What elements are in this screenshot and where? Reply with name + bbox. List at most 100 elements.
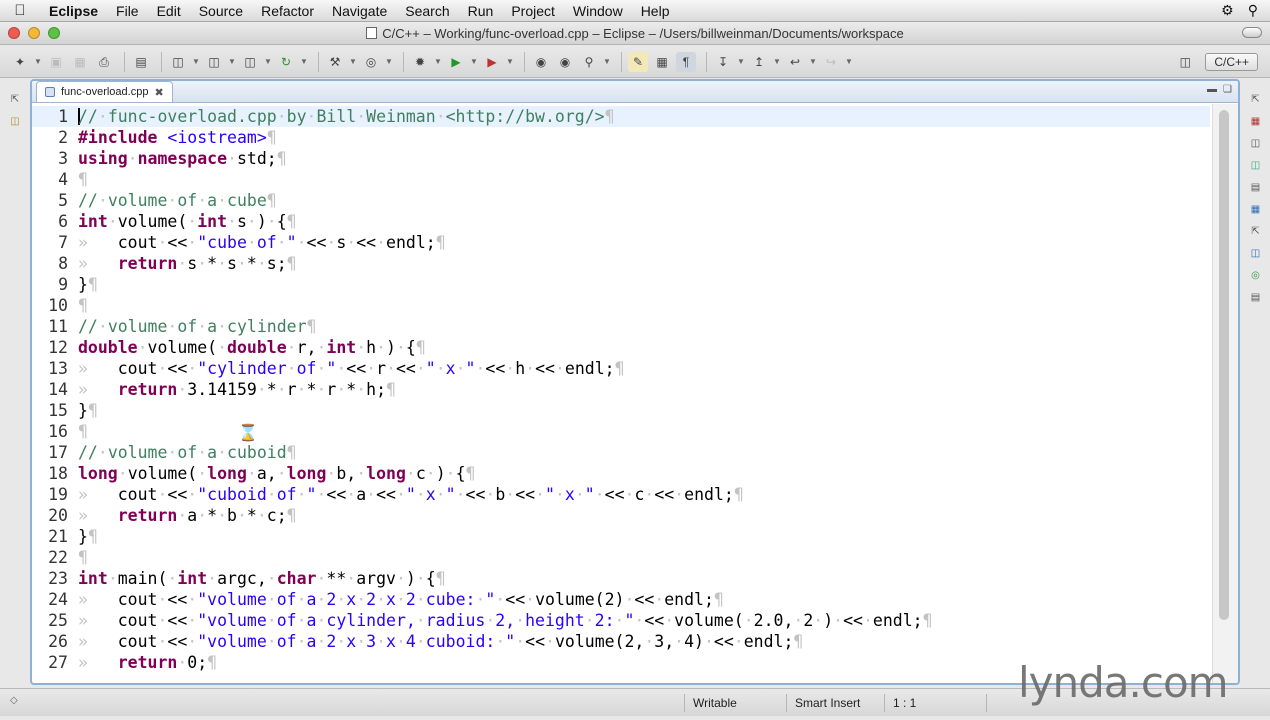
new-file-icon[interactable]: ✦ [10, 52, 30, 72]
close-tab-icon[interactable]: ✖ [154, 86, 163, 99]
code-line[interactable]: 8 » return·s·*·s·*·s;¶ [32, 253, 1210, 274]
menu-navigate[interactable]: Navigate [323, 0, 396, 22]
chevron-down-icon[interactable]: ▼ [434, 52, 442, 72]
properties-icon[interactable]: ▤ [1249, 291, 1263, 305]
restore-icon[interactable]: ⇱ [1249, 93, 1263, 107]
forward-icon[interactable]: ↪ [821, 52, 841, 72]
editor-tab[interactable]: func-overload.cpp ✖ [36, 81, 173, 102]
chevron-down-icon[interactable]: ▼ [470, 52, 478, 72]
code-line[interactable]: 3 using·namespace·std;¶ [32, 148, 1210, 169]
print-icon[interactable]: ⎙ [94, 52, 114, 72]
code-line[interactable]: 16 ¶ [32, 421, 1210, 442]
code-line[interactable]: 12 double·volume(·double·r,·int·h·)·{¶ [32, 337, 1210, 358]
open-type-icon[interactable]: ◉ [531, 52, 551, 72]
menu-file[interactable]: File [107, 0, 148, 22]
code-line[interactable]: 4 ¶ [32, 169, 1210, 190]
vertical-scrollbar[interactable] [1212, 104, 1238, 683]
scrollbar-thumb[interactable] [1219, 110, 1229, 620]
console-icon[interactable]: ▤ [1249, 181, 1263, 195]
save-icon[interactable]: ▣ [46, 52, 66, 72]
show-whitespace-icon[interactable]: ¶ [676, 51, 696, 72]
minimize-window-button[interactable] [28, 27, 40, 39]
chevron-down-icon[interactable]: ▼ [34, 52, 42, 72]
menu-refactor[interactable]: Refactor [252, 0, 323, 22]
debug-icon[interactable]: ✹ [410, 52, 430, 72]
block-selection-icon[interactable]: ▦ [652, 52, 672, 72]
restore-icon[interactable]: ⇱ [8, 93, 22, 107]
toolbar-toggle-button[interactable] [1242, 27, 1262, 38]
previous-annotation-icon[interactable]: ↥ [749, 52, 769, 72]
back-icon[interactable]: ↩ [785, 52, 805, 72]
chevron-down-icon[interactable]: ▼ [385, 52, 393, 72]
chevron-down-icon[interactable]: ▼ [506, 52, 514, 72]
code-line[interactable]: 5 //·volume·of·a·cube¶ [32, 190, 1210, 211]
open-perspective-icon[interactable]: ◫ [1175, 52, 1195, 72]
code-line[interactable]: 11 //·volume·of·a·cylinder¶ [32, 316, 1210, 337]
menu-run[interactable]: Run [459, 0, 503, 22]
chevron-down-icon[interactable]: ▼ [737, 52, 745, 72]
zoom-window-button[interactable] [48, 27, 60, 39]
chevron-down-icon[interactable]: ▼ [809, 52, 817, 72]
code-line[interactable]: 6 int·volume(·int·s·)·{¶ [32, 211, 1210, 232]
restore-icon[interactable]: ⇱ [1249, 225, 1263, 239]
search-icon[interactable]: ⚲ [579, 52, 599, 72]
code-line[interactable]: 14 » return·3.14159·*·r·*·r·*·h;¶ [32, 379, 1210, 400]
fast-view-icon[interactable]: ◇ [10, 695, 24, 709]
target-icon[interactable]: ◎ [361, 52, 381, 72]
menu-window[interactable]: Window [564, 0, 632, 22]
code-line[interactable]: 18 long·volume(·long·a,·long·b,·long·c·)·… [32, 463, 1210, 484]
new-folder-icon[interactable]: ◫ [204, 52, 224, 72]
menu-project[interactable]: Project [502, 0, 564, 22]
chevron-down-icon[interactable]: ▼ [845, 52, 853, 72]
save-all-icon[interactable]: ▦ [70, 52, 90, 72]
minimize-icon[interactable]: ▬ [1207, 84, 1217, 95]
menu-source[interactable]: Source [190, 0, 252, 22]
outline-icon[interactable]: ▦ [1249, 115, 1263, 129]
chevron-down-icon[interactable]: ▼ [228, 52, 236, 72]
code-line[interactable]: 2 #include <iostream>¶ [32, 127, 1210, 148]
perspective-cpp-button[interactable]: C/C++ [1205, 53, 1258, 71]
hammer-icon[interactable]: ⚒ [325, 52, 345, 72]
project-explorer-icon[interactable]: ◫ [8, 115, 22, 129]
maximize-icon[interactable]: ❏ [1223, 84, 1232, 95]
code-line[interactable]: 9}¶ [32, 274, 1210, 295]
code-line[interactable]: 7 » cout·<<·"cube·of·"·<<·s·<<·endl;¶ [32, 232, 1210, 253]
chevron-down-icon[interactable]: ▼ [192, 52, 200, 72]
chevron-down-icon[interactable]: ▼ [349, 52, 357, 72]
new-project-icon[interactable]: ◫ [168, 52, 188, 72]
tasks-icon[interactable]: ▦ [1249, 203, 1263, 217]
menu-search[interactable]: Search [396, 0, 458, 22]
code-area[interactable]: 1 //·func-overload.cpp·by·Bill·Weinman·<h… [32, 104, 1210, 683]
gear-menu-icon[interactable]: ⚙ [1221, 2, 1234, 19]
code-line[interactable]: 19 » cout·<<·"cuboid·of·"·<<·a·<<·"·x·"·<… [32, 484, 1210, 505]
code-line[interactable]: 22 ¶ [32, 547, 1210, 568]
next-annotation-icon[interactable]: ↧ [713, 52, 733, 72]
include-browser-icon[interactable]: ◫ [1249, 137, 1263, 151]
code-line[interactable]: 17 //·volume·of·a·cuboid¶ [32, 442, 1210, 463]
code-line[interactable]: 13 » cout·<<·"cylinder·of·"·<<·r·<<·"·x·"… [32, 358, 1210, 379]
chevron-down-icon[interactable]: ▼ [264, 52, 272, 72]
menu-edit[interactable]: Edit [148, 0, 190, 22]
code-line[interactable]: 15}¶ [32, 400, 1210, 421]
mark-occurrences-icon[interactable]: ✎ [628, 51, 648, 72]
run-icon[interactable]: ▶ [446, 52, 466, 72]
code-line[interactable]: 26 » cout·<<·"volume·of·a·2·x·3·x·4·cuboi… [32, 631, 1210, 652]
code-line[interactable]: 23 int·main(·int·argc,·char·**·argv·)·{¶ [32, 568, 1210, 589]
code-line[interactable]: 1 //·func-overload.cpp·by·Bill·Weinman·<h… [32, 106, 1210, 127]
code-line[interactable]: 24 » cout·<<·"volume·of·a·2·x·2·x·2·cube:… [32, 589, 1210, 610]
make-target-icon[interactable]: ◫ [1249, 159, 1263, 173]
problems-icon[interactable]: ◎ [1249, 269, 1263, 283]
open-element-icon[interactable]: ◉ [555, 52, 575, 72]
chevron-down-icon[interactable]: ▼ [603, 52, 611, 72]
chevron-down-icon[interactable]: ▼ [773, 52, 781, 72]
close-window-button[interactable] [8, 27, 20, 39]
build-icon[interactable]: ▤ [131, 52, 151, 72]
code-line[interactable]: 25 » cout·<<·"volume·of·a·cylinder,·radiu… [32, 610, 1210, 631]
chevron-down-icon[interactable]: ▼ [300, 52, 308, 72]
code-line[interactable]: 10 ¶ [32, 295, 1210, 316]
hierarchy-icon[interactable]: ◫ [1249, 247, 1263, 261]
refresh-icon[interactable]: ↻ [276, 52, 296, 72]
code-line[interactable]: 21}¶ [32, 526, 1210, 547]
code-line[interactable]: 20 » return·a·*·b·*·c;¶ [32, 505, 1210, 526]
new-class-icon[interactable]: ◫ [240, 52, 260, 72]
